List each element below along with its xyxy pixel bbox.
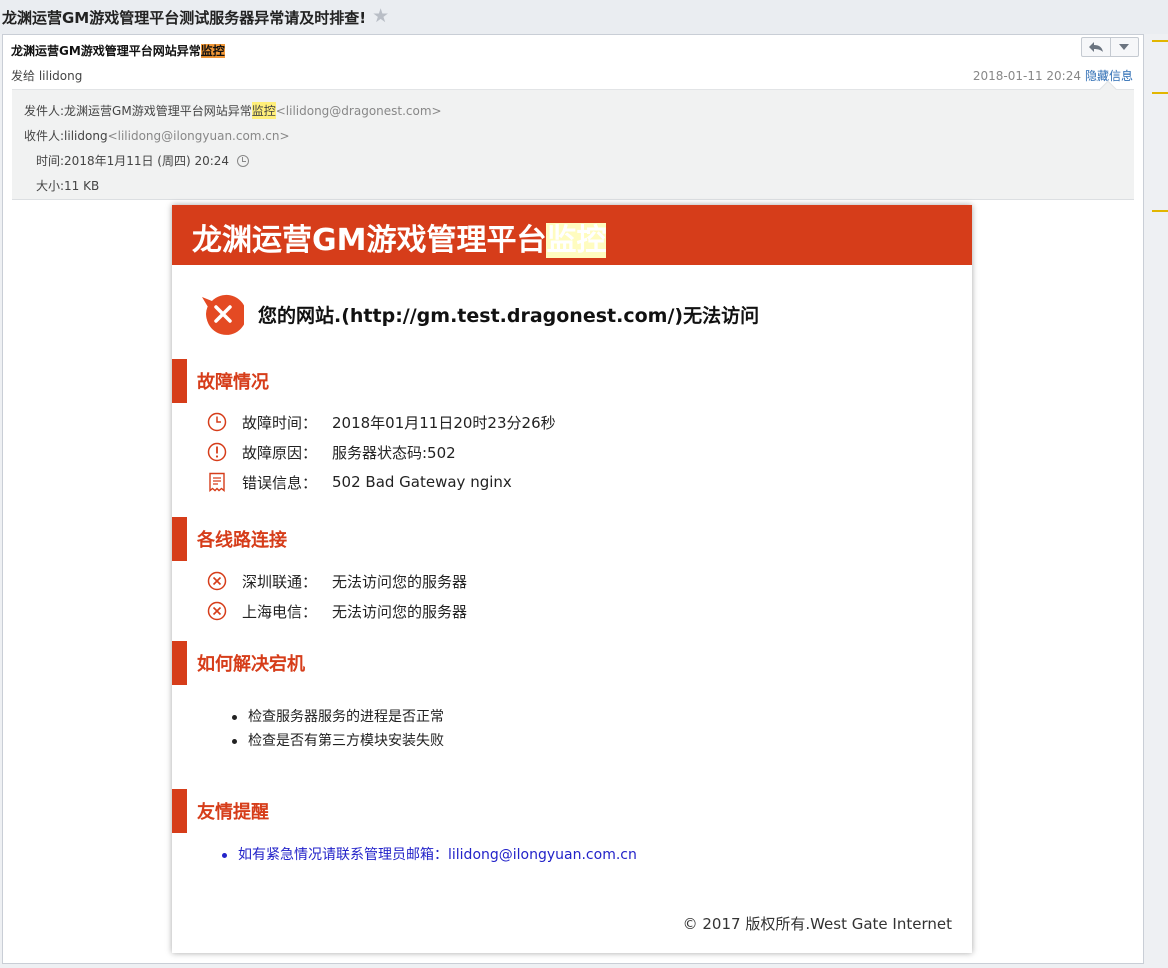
edge-marker (1152, 210, 1168, 212)
section-bar (172, 641, 187, 685)
card-header: 龙渊运营GM游戏管理平台监控 (172, 205, 972, 265)
fault-reason-row: 故障原因： 服务器状态码:502 (206, 441, 456, 463)
card-title-text: 龙渊运营GM游戏管理平台 (192, 223, 547, 258)
mail-date: 2018-01-11 20:24 (972, 69, 1081, 83)
from-title-text: 龙渊运营GM游戏管理平台网站异常 (11, 44, 201, 58)
list-item: 检查服务器服务的进程是否正常 (230, 705, 444, 729)
subject-bar: 龙渊运营GM游戏管理平台测试服务器异常请及时排查! ★ (0, 0, 1168, 34)
email-body-card: 龙渊运营GM游戏管理平台监控 您的网站.(http://gm.test.drag… (172, 205, 972, 953)
mail-subject: 龙渊运营GM游戏管理平台测试服务器异常请及时排查! (2, 8, 367, 27)
mail-details: 发件人: 龙渊运营GM游戏管理平台网站异常 监控 <lilidong@dragone… (12, 80, 1134, 200)
line-shanghai-row: 上海电信： 无法访问您的服务器 (206, 600, 467, 622)
error-circle-icon (206, 570, 228, 592)
section-bar (172, 359, 187, 403)
sent-to: 发给 lilidong (11, 69, 83, 83)
alert-row: 您的网站.(http://gm.test.dragonest.com/)无法访问 (200, 293, 759, 335)
section-tips: 友情提醒 (172, 789, 269, 833)
detail-from: 发件人: 龙渊运营GM游戏管理平台网站异常 监控 <lilidong@dragone… (24, 102, 442, 119)
item-value: 2018年01月11日20时23分26秒 (332, 413, 556, 432)
section-title: 故障情况 (197, 372, 269, 393)
error-circle-icon (206, 600, 228, 622)
alert-message: 您的网站.(http://gm.test.dragonest.com/)无法访问 (258, 304, 760, 327)
section-bar (172, 517, 187, 561)
list-item: 检查是否有第三方模块安装失败 (230, 729, 444, 753)
error-bubble-icon (202, 294, 244, 335)
chevron-down-icon[interactable] (1109, 38, 1139, 56)
edge-marker (1152, 92, 1168, 94)
detail-to: 收件人: lilidong <lilidong@ilongyuan.com.cn> (24, 127, 290, 144)
time-value: 2018年1月11日 (周四) 20:24 (64, 154, 230, 168)
reply-icon[interactable] (1082, 38, 1110, 56)
item-value: 无法访问您的服务器 (332, 602, 468, 621)
mail-from-title: 龙渊运营GM游戏管理平台网站异常监控 (11, 42, 225, 59)
from-name[interactable]: 龙渊运营GM游戏管理平台网站异常 (64, 102, 252, 119)
receipt-icon (206, 471, 228, 493)
item-label: 故障原因： (242, 443, 318, 462)
section-title: 友情提醒 (197, 802, 269, 823)
reply-toolbar (1081, 37, 1139, 57)
item-label: 深圳联通： (242, 572, 318, 591)
section-fault: 故障情况 (172, 359, 269, 403)
from-title-highlight: 监控 (200, 44, 225, 58)
detail-size: 大小: 11 KB (36, 177, 99, 194)
item-value: 服务器状态码:502 (332, 443, 456, 462)
from-label: 发件人: (24, 104, 65, 118)
item-value: 无法访问您的服务器 (332, 572, 468, 591)
section-fix: 如何解决宕机 (172, 641, 305, 685)
star-icon[interactable]: ★ (372, 5, 389, 27)
size-value: 11 KB (64, 178, 100, 193)
to-label: 收件人: (24, 129, 65, 143)
card-title-highlight: 监控 (546, 223, 607, 258)
section-title: 各线路连接 (197, 530, 287, 551)
time-label: 时间: (36, 154, 65, 168)
section-bar (172, 789, 187, 833)
fault-error-row: 错误信息： 502 Bad Gateway nginx (206, 471, 512, 493)
clock-icon (237, 154, 250, 167)
item-label: 错误信息： (242, 473, 318, 492)
fix-list: 检查服务器服务的进程是否正常 检查是否有第三方模块安装失败 (230, 705, 444, 753)
from-name-highlight[interactable]: 监控 (251, 102, 276, 119)
item-label: 故障时间： (242, 413, 318, 432)
card-title: 龙渊运营GM游戏管理平台监控 (192, 215, 607, 259)
tips-list: 如有紧急情况请联系管理员邮箱：lilidong@ilongyuan.com.cn (220, 843, 637, 867)
from-email[interactable]: <lilidong@dragonest.com> (276, 104, 442, 118)
size-label: 大小: (36, 179, 65, 193)
line-shenzhen-row: 深圳联通： 无法访问您的服务器 (206, 570, 467, 592)
clock-icon (206, 411, 228, 433)
item-label: 上海电信： (242, 602, 318, 621)
detail-time: 时间: 2018年1月11日 (周四) 20:24 (36, 152, 250, 169)
to-email[interactable]: <lilidong@ilongyuan.com.cn> (108, 129, 290, 143)
to-name[interactable]: lilidong (64, 129, 108, 143)
exclamation-icon (206, 441, 228, 463)
contact-admin-link[interactable]: 如有紧急情况请联系管理员邮箱：lilidong@ilongyuan.com.cn (220, 843, 637, 867)
section-title: 如何解决宕机 (197, 654, 305, 675)
item-value: 502 Bad Gateway nginx (332, 473, 512, 491)
section-lines: 各线路连接 (172, 517, 287, 561)
edge-marker (1152, 40, 1168, 42)
fault-time-row: 故障时间： 2018年01月11日20时23分26秒 (206, 411, 556, 433)
card-footer: © 2017 版权所有.West Gate Internet (682, 915, 952, 933)
